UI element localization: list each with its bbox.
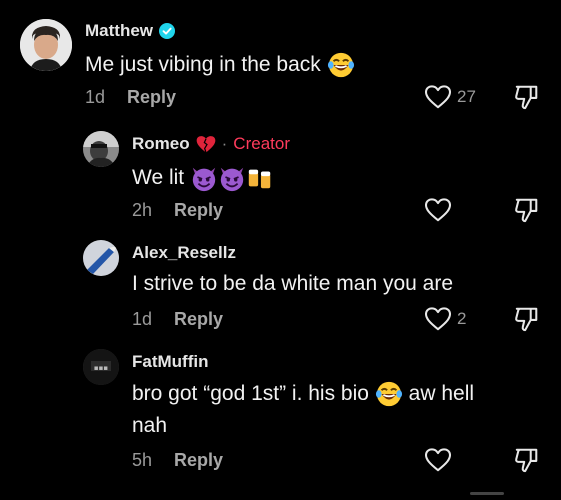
comment-text-label: bro got “god 1st” i. his bio xyxy=(132,382,369,405)
avatar-image xyxy=(20,19,72,71)
scroll-indicator xyxy=(470,492,504,495)
thumbs-down-icon xyxy=(514,306,540,332)
thumbs-down-icon xyxy=(514,197,540,223)
thumbs-down-icon xyxy=(514,447,540,473)
like-count: 27 xyxy=(457,87,476,106)
laughing-tears-emoji-icon xyxy=(375,380,403,408)
avatar-image: ▪▪▪ xyxy=(83,349,119,385)
laughing-tears-emoji-icon xyxy=(327,51,355,79)
like-button[interactable]: 27 xyxy=(425,85,476,109)
broken-heart-icon xyxy=(196,135,216,154)
like-count: 2 xyxy=(457,309,467,328)
separator-dot: · xyxy=(221,134,228,153)
avatar[interactable] xyxy=(20,19,72,71)
heart-icon xyxy=(425,198,451,222)
smiling-devil-emoji-icon xyxy=(218,164,246,192)
dislike-button[interactable] xyxy=(514,306,540,332)
username[interactable]: Romeo · Creator xyxy=(132,134,290,154)
timestamp: 1d xyxy=(85,87,106,107)
avatar-image xyxy=(83,131,119,167)
comment-text-label: aw hell xyxy=(408,382,475,405)
comment-text-label: nah xyxy=(132,414,168,437)
comment-meta: 5h Reply xyxy=(132,450,223,471)
comment-text-label: Me just vibing in the back xyxy=(85,53,321,76)
thumbs-down-icon xyxy=(514,84,540,110)
username[interactable]: FatMuffin xyxy=(132,352,208,372)
username-label: Romeo xyxy=(132,134,190,153)
avatar[interactable] xyxy=(83,240,119,276)
creator-badge: Creator xyxy=(233,134,290,153)
heart-icon xyxy=(425,307,451,331)
comment-meta: 1d Reply xyxy=(85,87,176,108)
heart-icon xyxy=(425,448,451,472)
avatar-image xyxy=(83,240,119,276)
comment-text: bro got “god 1st” i. his bio aw hell nah xyxy=(132,378,542,442)
comment-text-label: I strive to be da white man you are xyxy=(132,272,453,295)
avatar[interactable] xyxy=(83,131,119,167)
comment-text: Me just vibing in the back xyxy=(85,49,355,81)
clinking-beers-emoji-icon xyxy=(246,164,274,192)
dislike-button[interactable] xyxy=(514,197,540,223)
like-button[interactable] xyxy=(425,198,451,222)
timestamp: 1d xyxy=(132,309,153,329)
smiling-devil-emoji-icon xyxy=(190,164,218,192)
svg-text:▪▪▪: ▪▪▪ xyxy=(94,364,108,372)
dislike-button[interactable] xyxy=(514,447,540,473)
reply-button[interactable]: Reply xyxy=(174,450,223,470)
comment-meta: 2h Reply xyxy=(132,200,223,221)
comment-text: I strive to be da white man you are xyxy=(132,268,453,300)
like-button[interactable]: 2 xyxy=(425,307,466,331)
comment-text: We lit xyxy=(132,162,274,194)
username-label: FatMuffin xyxy=(132,352,209,371)
verified-badge-icon xyxy=(159,23,175,39)
comment-text-label: We lit xyxy=(132,166,185,189)
username-label: Alex_Resellz xyxy=(132,243,236,262)
username[interactable]: Matthew xyxy=(85,21,175,41)
timestamp: 2h xyxy=(132,200,153,220)
reply-button[interactable]: Reply xyxy=(174,309,223,329)
heart-icon xyxy=(425,85,451,109)
avatar[interactable]: ▪▪▪ xyxy=(83,349,119,385)
reply-button[interactable]: Reply xyxy=(127,87,176,107)
username-label: Matthew xyxy=(85,21,153,40)
username[interactable]: Alex_Resellz xyxy=(132,243,236,263)
comment-meta: 1d Reply xyxy=(132,309,223,330)
like-button[interactable] xyxy=(425,448,451,472)
timestamp: 5h xyxy=(132,450,153,470)
dislike-button[interactable] xyxy=(514,84,540,110)
reply-button[interactable]: Reply xyxy=(174,200,223,220)
